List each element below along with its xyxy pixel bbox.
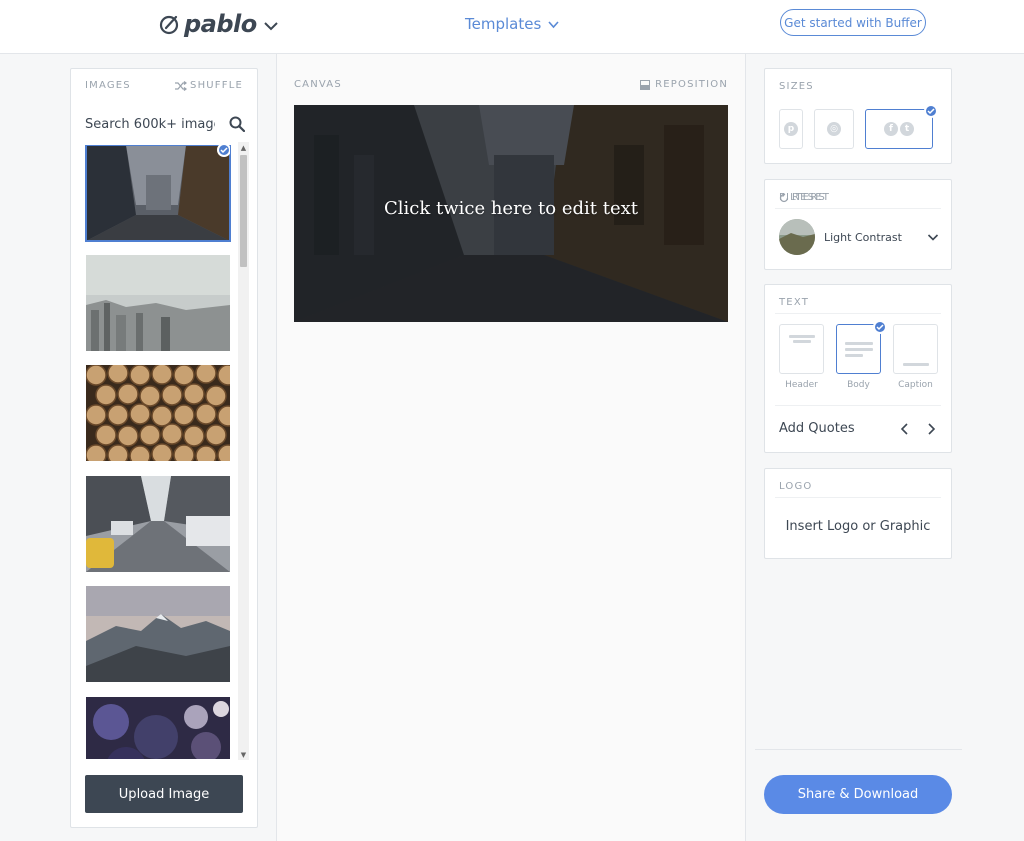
street-image — [86, 145, 230, 241]
divider — [775, 497, 941, 498]
image-search-input[interactable] — [85, 116, 215, 132]
top-header: pablo Templates Get started with Buffer — [0, 0, 1024, 54]
chevron-down-icon — [264, 22, 278, 31]
text-line — [845, 342, 873, 345]
chevron-down-icon — [548, 20, 559, 28]
sizes-panel: SIZES p ◎ f t — [764, 68, 952, 164]
next-quote-arrow-icon[interactable] — [924, 421, 938, 437]
size-option-instagram[interactable]: ◎ — [814, 109, 854, 149]
text-panel: TEXT Header Body Caption Add Quotes — [764, 284, 952, 453]
share-download-button[interactable]: Share & Download — [764, 775, 952, 814]
city-road-image — [86, 476, 230, 572]
size-option-facebook-twitter[interactable]: f t — [865, 109, 933, 149]
images-title: IMAGES — [85, 80, 131, 91]
search-icon[interactable] — [229, 116, 245, 132]
reset-icon — [779, 192, 789, 202]
divider — [775, 208, 941, 209]
text-option-label: Body — [847, 380, 870, 390]
text-title: TEXT — [779, 297, 810, 308]
column-divider — [276, 54, 277, 841]
brand-menu[interactable]: pablo — [158, 10, 279, 38]
filter-preview-thumbnail — [779, 219, 815, 255]
canvas-title: CANVAS — [294, 79, 342, 90]
upload-image-button[interactable]: Upload Image — [85, 775, 243, 813]
text-option-label: Header — [785, 380, 818, 390]
templates-label: Templates — [465, 15, 542, 33]
canvas-image[interactable]: Click twice here to edit text — [294, 105, 728, 322]
instagram-icon: ◎ — [827, 122, 841, 136]
image-thumbnail-city-skyline[interactable] — [86, 255, 230, 351]
scroll-down-arrow-icon[interactable]: ▼ — [238, 749, 249, 760]
image-thumbnail-bokeh[interactable] — [86, 697, 230, 759]
mountains-image — [86, 586, 230, 682]
selected-check-icon — [924, 104, 938, 118]
twitter-icon: t — [900, 122, 914, 136]
images-panel-header: IMAGES SHUFFLE — [85, 80, 243, 91]
canvas-header: CANVAS REPOSITION — [294, 79, 728, 90]
filter-dropdown[interactable]: Light Contrast — [779, 219, 939, 255]
selected-filter-name: Light Contrast — [824, 230, 902, 244]
facebook-icon: f — [884, 122, 898, 136]
filters-panel: FILTERS RESET Light Contrast — [764, 179, 952, 270]
image-thumbnail-logs[interactable] — [86, 365, 230, 461]
divider — [775, 405, 941, 406]
divider — [755, 749, 962, 750]
column-divider — [745, 54, 746, 841]
text-line — [903, 363, 929, 366]
text-option-label: Caption — [898, 380, 933, 390]
previous-quote-arrow-icon[interactable] — [898, 421, 912, 437]
logo-title: LOGO — [779, 481, 813, 492]
sizes-title: SIZES — [779, 81, 814, 92]
reset-filters-button[interactable]: RESET — [779, 192, 937, 203]
shuffle-label: SHUFFLE — [190, 80, 243, 91]
reposition-button[interactable]: REPOSITION — [640, 79, 728, 90]
logo-panel: LOGO Insert Logo or Graphic — [764, 468, 952, 559]
scrollbar-thumb[interactable] — [240, 155, 247, 267]
image-thumbnail-street[interactable] — [85, 145, 231, 242]
canvas-overlay-text[interactable]: Click twice here to edit text — [294, 198, 728, 219]
add-quotes-label: Add Quotes — [779, 421, 855, 436]
text-line — [789, 335, 815, 338]
shuffle-icon — [175, 80, 188, 91]
image-thumbnail-list — [85, 145, 231, 759]
image-thumbnail-city-road[interactable] — [86, 476, 230, 572]
images-panel: IMAGES SHUFFLE — [70, 68, 258, 828]
pablo-logo-icon — [159, 15, 179, 35]
text-line — [845, 354, 863, 357]
image-thumbnail-mountains[interactable] — [86, 586, 230, 682]
brand-name: pablo — [184, 10, 257, 38]
city-skyline-image — [86, 255, 230, 351]
reposition-label: REPOSITION — [655, 79, 728, 90]
reset-label: RESET — [792, 192, 831, 203]
logs-image — [86, 365, 230, 461]
pinterest-icon: p — [784, 122, 798, 136]
scroll-up-arrow-icon[interactable]: ▲ — [238, 142, 249, 153]
templates-menu[interactable]: Templates — [465, 15, 560, 33]
size-option-pinterest[interactable]: p — [779, 109, 803, 149]
bokeh-image — [86, 697, 230, 759]
text-line — [793, 340, 811, 343]
get-started-button[interactable]: Get started with Buffer — [780, 9, 926, 36]
text-option-header[interactable] — [779, 324, 824, 374]
chevron-down-icon — [927, 234, 939, 241]
image-search — [85, 113, 245, 135]
text-line — [845, 348, 873, 351]
selected-check-icon — [217, 145, 230, 157]
shuffle-button[interactable]: SHUFFLE — [175, 80, 243, 91]
text-option-caption[interactable] — [893, 324, 938, 374]
image-list-scrollbar[interactable]: ▲ ▼ — [238, 142, 249, 760]
selected-check-icon — [873, 320, 887, 334]
reposition-icon — [640, 79, 651, 90]
insert-logo-button[interactable]: Insert Logo or Graphic — [765, 519, 951, 534]
divider — [775, 313, 941, 314]
